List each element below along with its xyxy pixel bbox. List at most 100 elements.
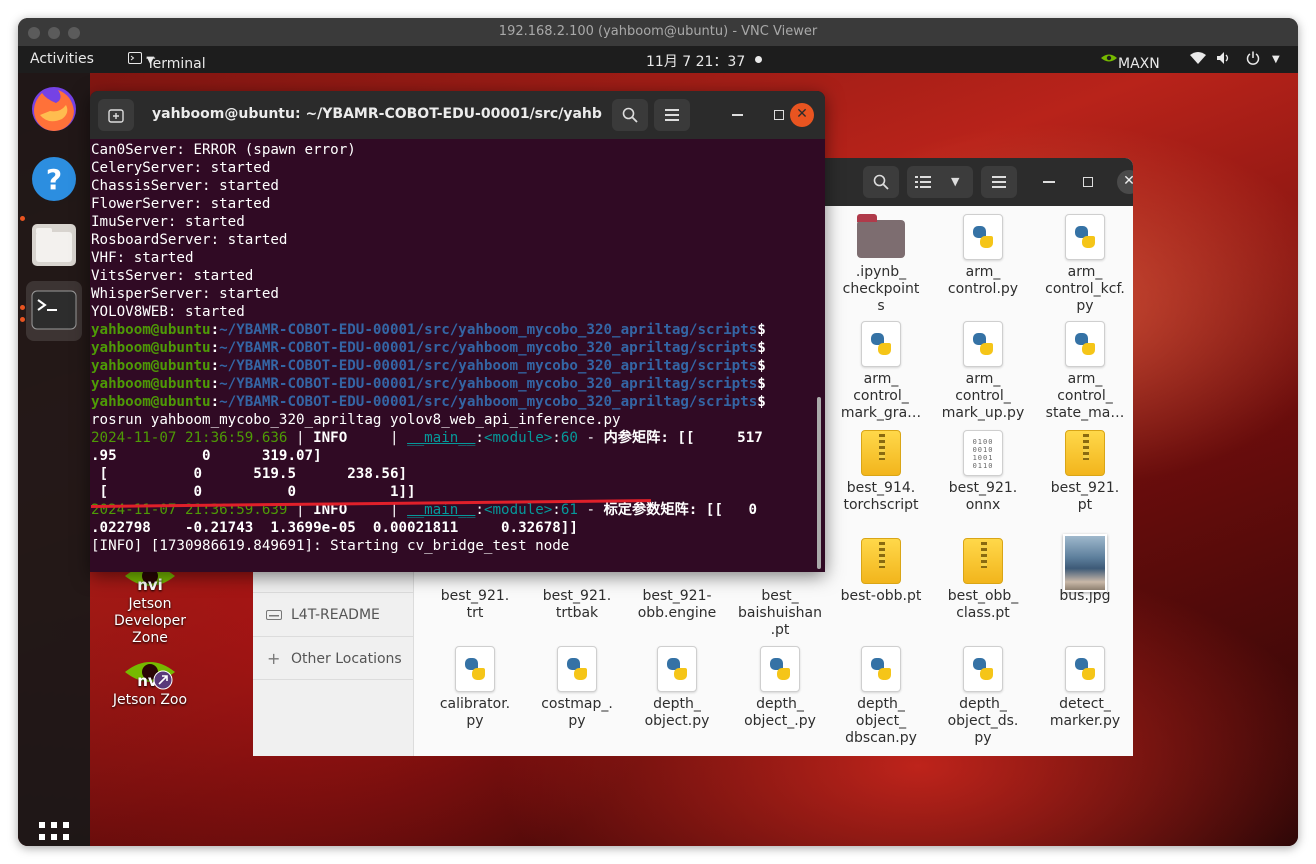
- python-file-icon: [1065, 321, 1105, 367]
- minimize-icon[interactable]: [732, 114, 743, 116]
- nvpmodel-indicator[interactable]: MAXN: [1100, 51, 1160, 72]
- python-file-icon: [657, 646, 697, 692]
- system-menu-chevron-icon[interactable]: ▼: [1272, 54, 1280, 65]
- terminal-output[interactable]: Can0Server: ERROR (spawn error) CelerySe…: [90, 141, 813, 572]
- prompt-line: yahboom@ubuntu:~/YBAMR-COBOT-EDU-00001/s…: [91, 340, 766, 356]
- terminal-scrollbar[interactable]: [817, 397, 821, 569]
- clock[interactable]: 11月 7 21：37: [646, 51, 745, 71]
- app-menu[interactable]: Terminal ▼: [128, 51, 206, 72]
- file-item[interactable]: best_obb_ class.pt: [933, 538, 1033, 622]
- jetson-zoo-shortcut[interactable]: nvi Jetson Zoo: [94, 650, 206, 709]
- file-item[interactable]: arm_ control_ mark_up.py: [933, 321, 1033, 422]
- nvidia-icon: [1101, 54, 1117, 62]
- file-name: best_obb_ class.pt: [947, 588, 1019, 621]
- firefox-launcher[interactable]: [26, 81, 82, 137]
- volume-icon[interactable]: [1216, 51, 1232, 69]
- wifi-icon[interactable]: [1190, 51, 1206, 68]
- prompt-path: ~/YBAMR-COBOT-EDU-00001/src/yahboom_myco…: [219, 358, 758, 374]
- binary-file-icon: 0100 0010 1001 0110: [963, 430, 1003, 476]
- file-item[interactable]: arm_ control_ state_ma…: [1035, 321, 1133, 422]
- file-name: depth_ object_.py: [744, 696, 816, 729]
- running-indicator-dot: [20, 305, 25, 310]
- python-file-icon: [963, 321, 1003, 367]
- python-file-icon: [861, 646, 901, 692]
- file-item[interactable]: depth_ object.py: [627, 646, 727, 730]
- matrix-row: .022798 -0.21743 1.3699e-05 0.00021811 0…: [91, 520, 578, 536]
- log-time: 2024-11-07 21:36:59.636: [91, 430, 288, 446]
- sidebar-item-l4t-readme[interactable]: L4T-README: [253, 592, 413, 636]
- image-file-icon: [1063, 534, 1107, 592]
- main-menu-button[interactable]: [981, 166, 1017, 198]
- terminal-window: yahboom@ubuntu: ~/YBAMR-COBOT-EDU-00001/…: [90, 91, 825, 572]
- search-button[interactable]: [863, 166, 899, 198]
- file-item[interactable]: bus.jpg: [1035, 534, 1133, 605]
- status-line: CeleryServer: started: [91, 160, 271, 176]
- help-icon: ?: [32, 157, 76, 201]
- log-module: __main__: [407, 430, 476, 446]
- file-item[interactable]: depth_ object_ds. py: [933, 646, 1033, 747]
- file-name: arm_ control_ state_ma…: [1045, 371, 1125, 421]
- log-line: 2024-11-07 21:36:59.636 | INFO | __main_…: [91, 430, 763, 446]
- files-launcher[interactable]: [26, 217, 82, 273]
- prompt-user: yahboom@ubuntu: [91, 322, 211, 338]
- maximize-icon[interactable]: [774, 110, 784, 120]
- status-line: FlowerServer: started: [91, 196, 271, 212]
- ubuntu-desktop: Activities Terminal ▼ 11月 7 21：37 MAXN ▼: [18, 46, 1298, 846]
- terminal-app-icon: [31, 290, 77, 330]
- show-applications-button[interactable]: [26, 809, 82, 846]
- file-item[interactable]: best_921. pt: [1035, 430, 1133, 514]
- minimize-icon[interactable]: [1043, 181, 1055, 183]
- list-view-icon: [915, 176, 931, 188]
- status-line: VitsServer: started: [91, 268, 254, 284]
- file-item[interactable]: costmap_. py: [527, 646, 627, 730]
- vnc-viewer-window: 192.168.2.100 (yahboom@ubuntu) - VNC Vie…: [18, 18, 1298, 846]
- desktop-icon-label: Jetson Zoo: [112, 692, 188, 708]
- file-item[interactable]: best_914. torchscript: [831, 430, 931, 514]
- mac-close-button[interactable]: [28, 27, 40, 39]
- file-name: best_921. pt: [1050, 480, 1120, 513]
- close-icon[interactable]: ✕: [790, 103, 814, 127]
- power-icon[interactable]: [1246, 51, 1260, 69]
- terminal-launcher[interactable]: [26, 281, 82, 341]
- running-indicator-dot: [20, 216, 25, 221]
- file-item[interactable]: arm_ control_kcf. py: [1035, 214, 1133, 315]
- file-name: arm_ control_kcf. py: [1045, 264, 1125, 314]
- terminal-app-icon: [128, 52, 142, 64]
- new-tab-button[interactable]: [98, 99, 134, 131]
- file-name: calibrator. py: [439, 696, 511, 729]
- file-name: costmap_. py: [541, 696, 613, 729]
- file-item[interactable]: depth_ object_.py: [730, 646, 830, 730]
- file-item[interactable]: best-obb.pt: [831, 538, 931, 605]
- chevron-down-icon: ▼: [951, 175, 960, 188]
- terminal-search-button[interactable]: [612, 99, 648, 131]
- file-item[interactable]: arm_ control.py: [933, 214, 1033, 298]
- close-icon[interactable]: ✕: [1117, 170, 1133, 194]
- svg-text:?: ?: [46, 163, 62, 196]
- file-item[interactable]: detect_ marker.py: [1035, 646, 1133, 730]
- file-item[interactable]: calibrator. py: [425, 646, 525, 730]
- activities-button[interactable]: Activities: [30, 51, 94, 67]
- status-line: VHF: started: [91, 250, 194, 266]
- log-func: <module>: [483, 502, 553, 518]
- sidebar-item-other-locations[interactable]: + Other Locations: [253, 636, 413, 680]
- file-item[interactable]: arm_ control_ mark_gra…: [831, 321, 931, 422]
- help-launcher[interactable]: ?: [26, 151, 82, 207]
- file-item[interactable]: .ipynb_ checkpoint s: [831, 214, 931, 315]
- maximize-icon[interactable]: [1083, 177, 1093, 187]
- terminal-menu-button[interactable]: [654, 99, 690, 131]
- prompt-line: yahboom@ubuntu:~/YBAMR-COBOT-EDU-00001/s…: [91, 394, 766, 410]
- file-name: depth_ object_ds. py: [947, 696, 1019, 746]
- file-item[interactable]: depth_ object_ dbscan.py: [831, 646, 931, 747]
- log-level: INFO: [313, 430, 348, 446]
- prompt-line: yahboom@ubuntu:~/YBAMR-COBOT-EDU-00001/s…: [91, 376, 766, 392]
- prompt-user: yahboom@ubuntu: [91, 394, 211, 410]
- status-line: Can0Server: ERROR (spawn error): [91, 142, 356, 158]
- mac-minimize-button[interactable]: [48, 27, 60, 39]
- view-options-button[interactable]: ▼: [907, 166, 973, 198]
- file-item[interactable]: 0100 0010 1001 0110 best_921. onnx: [933, 430, 1033, 514]
- file-name: depth_ object_ dbscan.py: [845, 696, 917, 746]
- running-indicator-dot: [20, 317, 25, 322]
- app-menu-label: Terminal: [146, 56, 206, 72]
- mac-zoom-button[interactable]: [68, 27, 80, 39]
- sidebar-item-label: L4T-README: [291, 607, 380, 623]
